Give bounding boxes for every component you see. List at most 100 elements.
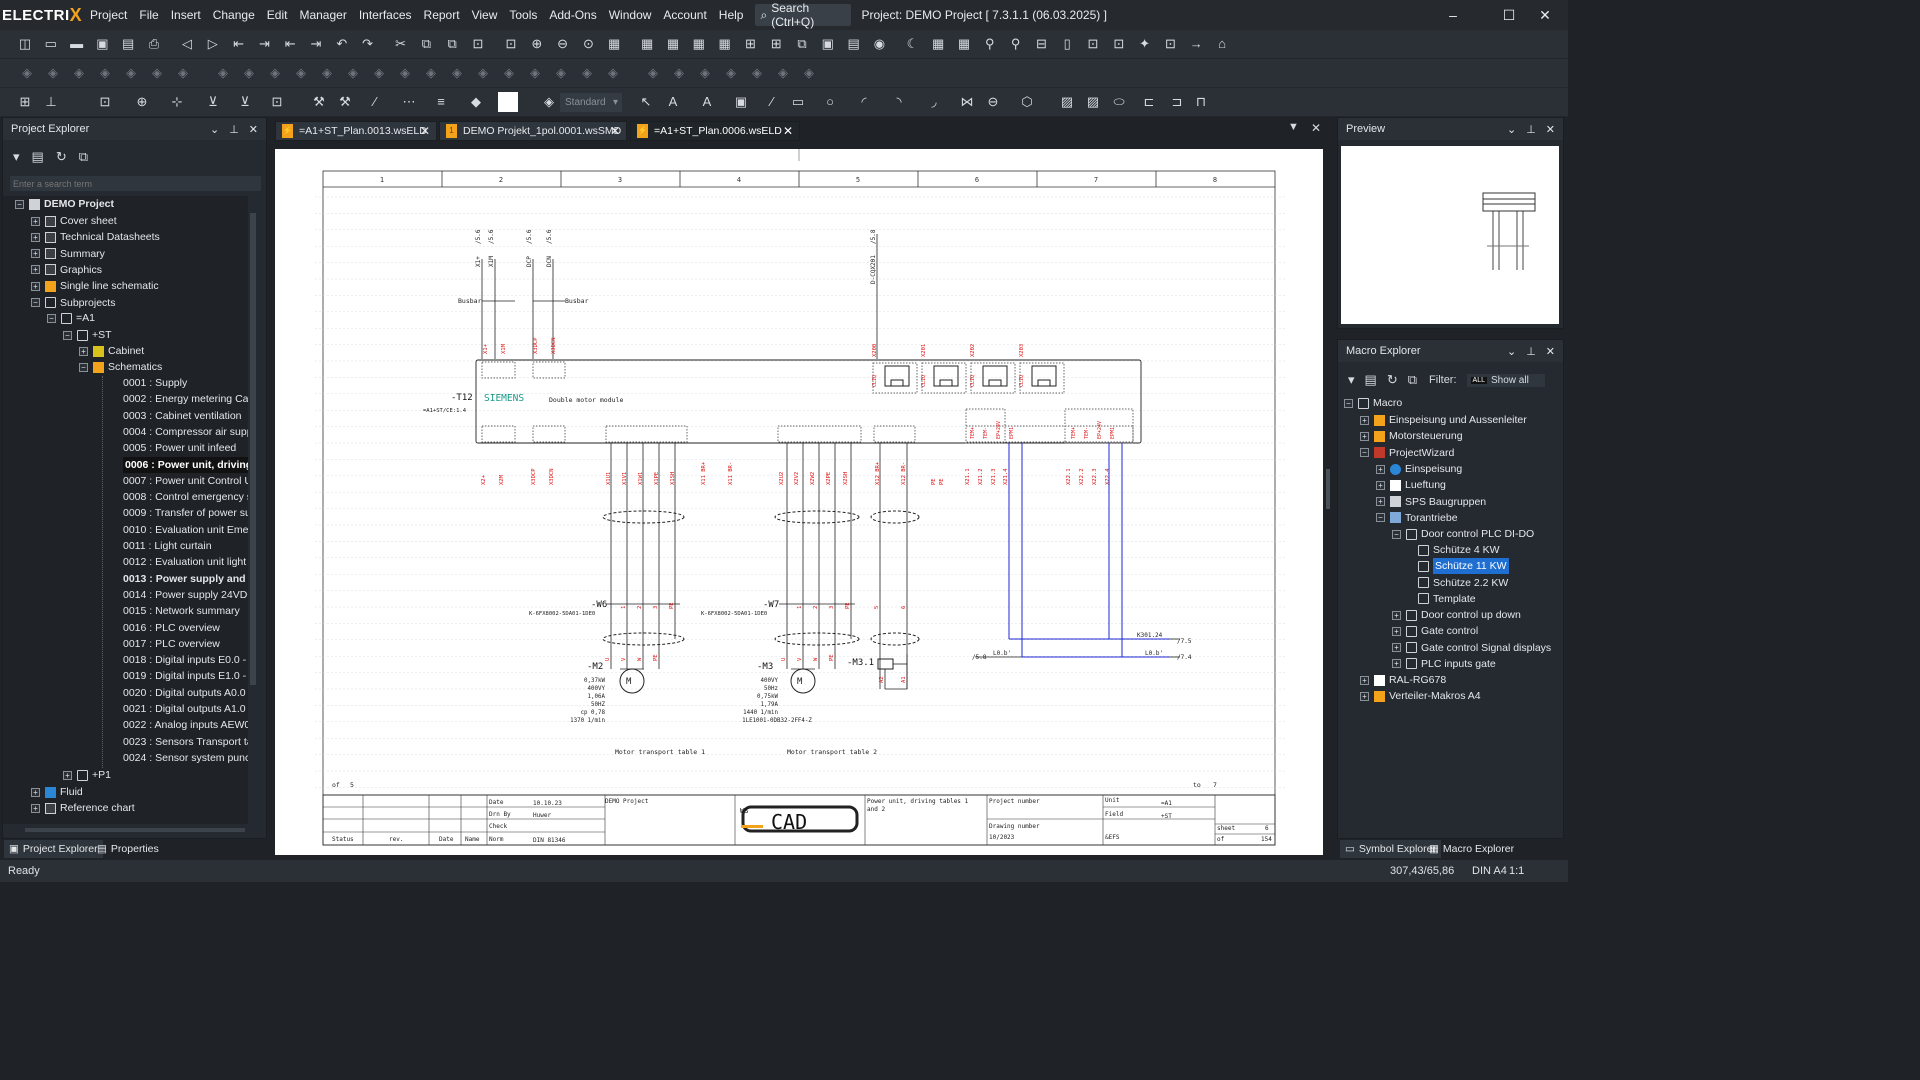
first-page-icon[interactable]: ⇤ — [230, 35, 248, 53]
collapse-icon[interactable]: − — [63, 330, 72, 340]
open-icon[interactable]: ▭ — [42, 35, 60, 53]
arrow-icon[interactable]: → — [1187, 35, 1205, 53]
sheet-item[interactable]: 0009 : Transfer of power supply — [123, 505, 248, 521]
disabled-tool-icon[interactable]: ◈ — [552, 64, 570, 82]
chevron-down-icon[interactable]: ⌄ — [210, 123, 219, 136]
doc-tab-3[interactable]: ⚡ =A1+ST_Plan.0006.wsELD ✕ — [630, 121, 800, 141]
ellipse-icon[interactable]: ⊖ — [984, 93, 1002, 111]
search-box[interactable]: ⌕ Search (Ctrl+Q) — [755, 1, 852, 29]
expand-icon[interactable]: + — [31, 265, 40, 275]
macro-item[interactable]: + Motorsteuerung — [1360, 428, 1463, 444]
expand-icon[interactable]: + — [31, 281, 40, 291]
grid-icon[interactable]: ⊞ — [741, 35, 759, 53]
arc-icon[interactable]: ◜ — [855, 93, 873, 111]
disabled-tool-icon[interactable]: ◈ — [526, 64, 544, 82]
menu-view[interactable]: View — [466, 0, 504, 30]
expand-icon[interactable]: + — [31, 249, 40, 259]
macro-item[interactable]: + Einspeisung — [1376, 461, 1462, 477]
sheet-item[interactable]: 0012 : Evaluation unit light curta — [123, 554, 248, 570]
rotate-icon[interactable]: ⊹ — [168, 93, 186, 111]
disabled-tool-icon[interactable]: ◈ — [174, 64, 192, 82]
macro-folder[interactable]: + Gate control Signal displays — [1392, 640, 1551, 656]
expand-icon[interactable]: + — [79, 346, 88, 356]
screen-icon[interactable]: ⊡ — [1161, 35, 1179, 53]
menu-addons[interactable]: Add-Ons — [543, 0, 602, 30]
check-icon[interactable]: ▦ — [955, 35, 973, 53]
tree-single-line-schematic[interactable]: + Single line schematic — [31, 278, 159, 294]
sheet-item[interactable]: 0013 : Power supply and s — [123, 571, 248, 587]
macro-item[interactable]: Schütze 11 KW — [1418, 558, 1509, 575]
export-icon[interactable]: ⊡ — [1084, 35, 1102, 53]
image-icon[interactable]: ▨ — [1058, 93, 1076, 111]
device-icon[interactable]: ▣ — [819, 35, 837, 53]
collapse-icon[interactable]: − — [1376, 513, 1385, 523]
line-icon[interactable]: ∕ — [763, 93, 781, 111]
sheet-item[interactable]: 0024 : Sensor system punch — [123, 750, 248, 766]
menu-tools[interactable]: Tools — [503, 0, 543, 30]
report-icon[interactable]: ▦ — [690, 35, 708, 53]
macro-root[interactable]: − Macro — [1344, 395, 1402, 411]
collapse-icon[interactable]: − — [15, 199, 24, 209]
macro-folder[interactable]: + PLC inputs gate — [1392, 656, 1496, 672]
disabled-tool-icon[interactable]: ◈ — [318, 64, 336, 82]
close-tab-icon[interactable]: ✕ — [610, 124, 620, 138]
menu-window[interactable]: Window — [603, 0, 658, 30]
tab-project-explorer[interactable]: ▣ Project Explorer — [4, 840, 103, 858]
macro-item[interactable]: + Einspeisung und Aussenleiter — [1360, 412, 1527, 428]
macro-item[interactable]: Schütze 2.2 KW — [1418, 575, 1508, 591]
tree-root[interactable]: − DEMO Project — [15, 196, 114, 212]
menu-project[interactable]: Project — [84, 0, 133, 30]
sheet-item[interactable]: 0004 : Compressor air supply — [123, 424, 248, 440]
disabled-tool-icon[interactable]: ◈ — [422, 64, 440, 82]
dimension2-icon[interactable]: ⊐ — [1168, 93, 1186, 111]
tree-cabinet[interactable]: + Cabinet — [79, 343, 144, 359]
sheet-item[interactable]: 0001 : Supply — [123, 375, 187, 391]
sheet-item[interactable]: 0015 : Network summary — [123, 603, 240, 619]
search-icon[interactable]: ⚲ — [981, 35, 999, 53]
pointer-icon[interactable]: ↖ — [637, 93, 655, 111]
macro-folder[interactable]: − Door control PLC DI-DO — [1392, 526, 1534, 542]
list-icon[interactable]: ⊡ — [502, 35, 520, 53]
new-icon[interactable]: ◫ — [16, 35, 34, 53]
sheet-icon[interactable]: ▤ — [845, 35, 863, 53]
back-icon[interactable]: ◁ — [178, 35, 196, 53]
disabled-tool-icon[interactable]: ◈ — [604, 64, 622, 82]
close-tab-icon[interactable]: ✕ — [783, 124, 793, 138]
menu-change[interactable]: Change — [207, 0, 261, 30]
doc-tab-1[interactable]: ⚡ =A1+ST_Plan.0013.wsELD ✕ — [275, 121, 437, 141]
tree-technical-datasheets[interactable]: + Technical Datasheets — [31, 229, 160, 245]
disabled-tool-icon[interactable]: ◈ — [370, 64, 388, 82]
menu-interfaces[interactable]: Interfaces — [353, 0, 418, 30]
menu-insert[interactable]: Insert — [165, 0, 207, 30]
tree-schematics[interactable]: − Schematics — [79, 359, 162, 375]
tree-summary[interactable]: + Summary — [31, 246, 105, 262]
orthogonal-icon[interactable]: ⊥ — [42, 93, 60, 111]
stack-icon[interactable]: ⧉ — [793, 35, 811, 53]
report-icon[interactable]: ▦ — [605, 35, 623, 53]
forward-icon[interactable]: ▷ — [204, 35, 222, 53]
sheet-item[interactable]: 0006 : Power unit, driving — [123, 456, 248, 473]
doc-tab-2[interactable]: 1 DEMO Projekt_1pol.0001.wsSMD ✕ — [439, 121, 627, 141]
dash-icon[interactable]: ⋯ — [400, 93, 418, 111]
close-icon[interactable]: ✕ — [1546, 345, 1555, 358]
layers-icon[interactable]: ⊞ — [767, 35, 785, 53]
mirror-icon[interactable]: ⊻ — [204, 93, 222, 111]
phone-icon[interactable]: ▯ — [1058, 35, 1076, 53]
cloud-icon[interactable]: ⬭ — [1110, 93, 1128, 111]
expand-icon[interactable]: + — [1360, 691, 1369, 701]
collapse-icon[interactable]: − — [47, 313, 56, 323]
polyline-icon[interactable]: ⋈ — [958, 93, 976, 111]
disabled-tool-icon[interactable]: ◈ — [578, 64, 596, 82]
filter-select[interactable]: ALL Show all — [1466, 373, 1545, 387]
tab-list-icon[interactable]: ▼ — [1288, 121, 1299, 133]
properties-icon[interactable]: ⊡ — [469, 35, 487, 53]
tab-macro-explorer[interactable]: ▦ Macro Explorer — [1424, 840, 1519, 858]
chevron-down-icon[interactable]: ⌄ — [1507, 123, 1516, 136]
document-list-icon[interactable]: ▤ — [1365, 372, 1377, 388]
collapse-icon[interactable]: − — [1360, 448, 1369, 458]
disabled-tool-icon[interactable]: ◈ — [266, 64, 284, 82]
document-list-icon[interactable]: ▤ — [32, 149, 44, 165]
disabled-tool-icon[interactable]: ◈ — [18, 64, 36, 82]
collapse-icon[interactable]: − — [1344, 398, 1353, 408]
user-icon[interactable]: ⚲ — [1007, 35, 1025, 53]
